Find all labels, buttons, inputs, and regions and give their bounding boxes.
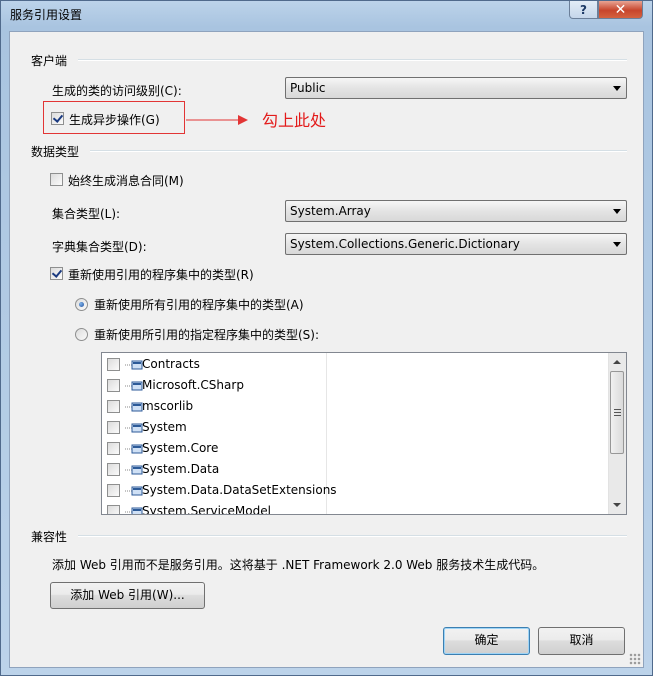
- data-type-group-label: 数据类型: [31, 145, 80, 159]
- compat-group-divider: [78, 535, 627, 537]
- assembly-checkbox[interactable]: [107, 505, 120, 514]
- title-bar[interactable]: 服务引用设置 ? ✕: [1, 1, 652, 29]
- async-checkbox[interactable]: [51, 112, 64, 125]
- collection-type-label: 集合类型(L):: [52, 207, 121, 221]
- assembly-name: System.Core: [142, 441, 219, 455]
- assembly-reference-icon: [125, 444, 143, 454]
- assembly-checkbox[interactable]: [107, 463, 120, 476]
- assembly-name: Microsoft.CSharp: [142, 378, 244, 392]
- service-reference-settings-dialog: 服务引用设置 ? ✕ 客户端 生成的类的访问级别(C): Public 生成异步…: [0, 0, 653, 676]
- access-level-value: Public: [290, 81, 326, 95]
- assembly-reference-icon: [125, 507, 143, 514]
- dictionary-type-combobox[interactable]: System.Collections.Generic.Dictionary: [285, 233, 627, 255]
- assembly-reference-icon: [125, 381, 143, 391]
- chevron-down-icon: [613, 242, 621, 247]
- assembly-reference-icon: [125, 465, 143, 475]
- data-type-group-divider: [90, 150, 627, 152]
- vertical-scrollbar[interactable]: [608, 353, 626, 514]
- async-label[interactable]: 生成异步操作(G): [69, 111, 160, 128]
- arrow-right-icon: [186, 115, 248, 125]
- assembly-reference-icon: [125, 360, 143, 370]
- chevron-down-icon: [613, 86, 621, 91]
- assembly-checkbox[interactable]: [107, 400, 120, 413]
- grip-icon: [614, 409, 621, 410]
- assembly-name: System.Data: [142, 462, 220, 476]
- access-level-label: 生成的类的访问级别(C):: [52, 84, 182, 98]
- window-title: 服务引用设置: [10, 8, 83, 22]
- chevron-down-icon: [613, 209, 621, 214]
- assembly-reference-icon: [125, 402, 143, 412]
- assembly-checkbox[interactable]: [107, 484, 120, 497]
- assembly-checkbox[interactable]: [107, 442, 120, 455]
- help-button[interactable]: ?: [569, 1, 598, 19]
- assembly-name: Contracts: [142, 357, 200, 371]
- scroll-thumb[interactable]: [610, 371, 624, 454]
- reuse-types-label[interactable]: 重新使用引用的程序集中的类型(R): [68, 266, 254, 283]
- assembly-reference-icon: [125, 486, 143, 496]
- dictionary-type-label: 字典集合类型(D):: [52, 240, 147, 254]
- add-web-reference-button[interactable]: 添加 Web 引用(W)...: [50, 582, 205, 609]
- assembly-checkbox[interactable]: [107, 421, 120, 434]
- client-group-label: 客户端: [31, 54, 68, 68]
- assembly-reference-icon: [125, 423, 143, 433]
- reuse-all-radio[interactable]: [75, 298, 88, 311]
- compat-description: 添加 Web 引用而不是服务引用。这将基于 .NET Framework 2.0…: [52, 558, 545, 572]
- client-group-divider: [78, 59, 627, 61]
- assembly-name: mscorlib: [142, 399, 194, 413]
- ok-button[interactable]: 确定: [443, 627, 530, 655]
- assembly-name: System.Data.DataSetExtensions: [142, 483, 337, 497]
- compat-group-label: 兼容性: [31, 530, 68, 544]
- always-generate-label[interactable]: 始终生成消息合同(M): [68, 172, 184, 189]
- scroll-down-icon[interactable]: [613, 503, 621, 507]
- reuse-specified-label[interactable]: 重新使用所引用的指定程序集中的类型(S):: [94, 326, 319, 343]
- scroll-up-icon[interactable]: [613, 360, 621, 364]
- assembly-name: System.ServiceModel: [142, 504, 271, 515]
- assembly-list[interactable]: Contracts Microsoft.CSharp mscorlib System S…: [101, 352, 627, 515]
- reuse-all-label[interactable]: 重新使用所有引用的程序集中的类型(A): [94, 296, 304, 313]
- resize-grip-icon[interactable]: [629, 653, 641, 665]
- collection-type-combobox[interactable]: System.Array: [285, 200, 627, 222]
- close-button[interactable]: ✕: [598, 1, 643, 19]
- cancel-button[interactable]: 取消: [538, 627, 625, 655]
- dialog-content: 客户端 生成的类的访问级别(C): Public 生成异步操作(G) 勾上此处 …: [9, 31, 644, 668]
- collection-type-value: System.Array: [290, 204, 371, 218]
- dictionary-type-value: System.Collections.Generic.Dictionary: [290, 237, 520, 251]
- assembly-name: System: [142, 420, 187, 434]
- reuse-specified-radio[interactable]: [75, 328, 88, 341]
- always-generate-checkbox[interactable]: [50, 173, 63, 186]
- annotation-text: 勾上此处: [262, 111, 327, 130]
- access-level-combobox[interactable]: Public: [285, 77, 627, 99]
- assembly-checkbox[interactable]: [107, 379, 120, 392]
- reuse-types-checkbox[interactable]: [50, 267, 63, 280]
- close-icon: ✕: [614, 1, 627, 18]
- help-icon: ?: [580, 2, 587, 17]
- assembly-checkbox[interactable]: [107, 358, 120, 371]
